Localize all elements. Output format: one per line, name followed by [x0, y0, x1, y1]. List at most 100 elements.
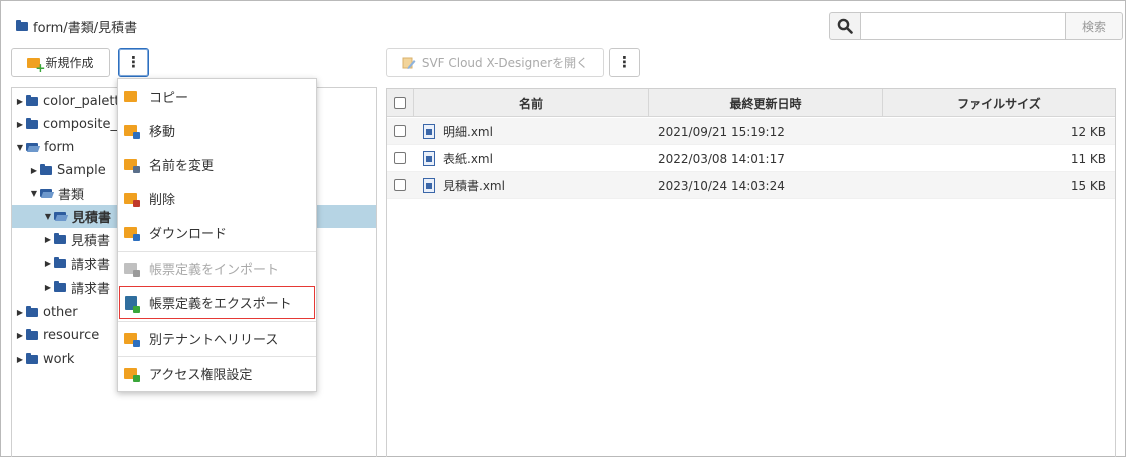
menu-item-label: 削除: [149, 193, 176, 208]
kebab-icon: ⋮: [126, 53, 141, 71]
tree-item-label: resource: [43, 328, 100, 343]
folder-icon: [16, 19, 28, 31]
tree-item-label: composite_: [43, 117, 117, 132]
explorer-window: form/書類/見積書 検索 新規作成 ⋮ SVF Cloud X-Design…: [0, 0, 1126, 457]
menu-item-label: 移動: [149, 125, 176, 140]
column-header-modified[interactable]: 最終更新日時: [648, 89, 882, 117]
collapse-toggle-icon[interactable]: ▼: [43, 212, 53, 221]
collapse-toggle-icon[interactable]: ▼: [15, 143, 25, 152]
expand-toggle-icon[interactable]: ▶: [43, 259, 53, 268]
tree-item-label: work: [43, 352, 75, 367]
menu-item-download[interactable]: ダウンロード: [118, 216, 316, 249]
file-modified: 2022/03/08 14:01:17: [658, 151, 785, 166]
menu-item-copy[interactable]: コピー: [118, 80, 316, 113]
table-row[interactable]: 見積書.xml 2023/10/24 14:03:24 15 KB: [387, 172, 1115, 199]
menu-item-label: アクセス権限設定: [149, 368, 253, 383]
menu-item-label: 帳票定義をインポート: [149, 263, 280, 278]
file-size: 11 KB: [1070, 151, 1106, 166]
import-folder-icon: [124, 263, 140, 277]
menu-item-export[interactable]: 帳票定義をエクスポート: [119, 286, 315, 319]
row-checkbox[interactable]: [394, 179, 406, 191]
open-svf-designer-button[interactable]: SVF Cloud X-Designerを開く: [386, 48, 604, 77]
designer-edit-icon: [402, 57, 416, 69]
select-all-checkbox[interactable]: [394, 97, 406, 109]
column-header-size[interactable]: ファイルサイズ: [882, 89, 1115, 117]
tree-item-label: color_palett: [43, 94, 120, 109]
file-table: 名前 最終更新日時 ファイルサイズ 明細.xml 2021/09/21 15:1…: [386, 88, 1116, 457]
folder-icon: [54, 281, 66, 292]
folder-icon: [26, 329, 38, 340]
rename-folder-icon: [124, 159, 140, 173]
copy-folder-icon: [124, 91, 137, 102]
folder-icon: [40, 164, 52, 175]
tree-item-label: 請求書: [71, 258, 111, 273]
folder-open-icon: [54, 212, 67, 221]
tree-item-label: 見積書: [71, 234, 111, 249]
tree-item-label: 見積書: [72, 211, 112, 226]
access-lock-folder-icon: [124, 368, 140, 382]
new-create-label: 新規作成: [45, 56, 94, 70]
release-folder-icon: [124, 333, 140, 347]
folder-icon: [26, 306, 38, 317]
row-name-cell: 見積書.xml: [423, 172, 505, 199]
tree-item-label: other: [43, 305, 78, 320]
file-more-button[interactable]: ⋮: [609, 48, 640, 77]
folder-open-icon: [40, 189, 53, 198]
search-icon: [837, 18, 853, 34]
file-name[interactable]: 表紙.xml: [443, 150, 493, 167]
xml-file-icon: [423, 151, 435, 166]
menu-item-label: 帳票定義をエクスポート: [149, 297, 292, 312]
folder-open-icon: [26, 143, 39, 152]
collapse-toggle-icon[interactable]: ▼: [29, 189, 39, 198]
folder-icon: [26, 118, 38, 129]
table-row[interactable]: 表紙.xml 2022/03/08 14:01:17 11 KB: [387, 145, 1115, 172]
expand-toggle-icon[interactable]: ▶: [15, 97, 25, 106]
menu-item-delete[interactable]: 削除: [118, 182, 316, 215]
delete-folder-icon: [124, 193, 140, 207]
search-input[interactable]: [860, 12, 1066, 40]
expand-toggle-icon[interactable]: ▶: [15, 308, 25, 317]
menu-item-label: コピー: [149, 91, 189, 106]
new-create-button[interactable]: 新規作成: [11, 48, 110, 77]
new-folder-icon: [27, 57, 45, 74]
menu-item-move[interactable]: 移動: [118, 114, 316, 147]
tree-item-label: form: [44, 140, 75, 155]
row-checkbox[interactable]: [394, 125, 406, 137]
file-modified: 2023/10/24 14:03:24: [658, 178, 785, 193]
folder-context-menu: コピー 移動 名前を変更 削除 ダウンロード 帳票定義をインポート 帳票定義をエ…: [117, 78, 317, 392]
menu-item-import[interactable]: 帳票定義をインポート: [118, 252, 316, 285]
table-row[interactable]: 明細.xml 2021/09/21 15:19:12 12 KB: [387, 118, 1115, 145]
expand-toggle-icon[interactable]: ▶: [43, 235, 53, 244]
row-name-cell: 明細.xml: [423, 118, 493, 145]
file-name[interactable]: 見積書.xml: [443, 177, 505, 194]
expand-toggle-icon[interactable]: ▶: [15, 331, 25, 340]
export-document-icon: [125, 295, 140, 313]
file-name[interactable]: 明細.xml: [443, 123, 493, 140]
file-size: 15 KB: [1070, 178, 1106, 193]
search-icon-button[interactable]: [829, 12, 860, 40]
row-name-cell: 表紙.xml: [423, 145, 493, 172]
expand-toggle-icon[interactable]: ▶: [29, 166, 39, 175]
expand-toggle-icon[interactable]: ▶: [15, 120, 25, 129]
search-button[interactable]: 検索: [1065, 12, 1123, 40]
folder-icon: [54, 233, 66, 244]
move-folder-icon: [124, 125, 140, 139]
expand-toggle-icon[interactable]: ▶: [43, 283, 53, 292]
breadcrumb: form/書類/見積書: [16, 16, 137, 36]
menu-item-release[interactable]: 別テナントへリリース: [118, 322, 316, 355]
tree-more-button[interactable]: ⋮: [118, 48, 149, 77]
file-modified: 2021/09/21 15:19:12: [658, 124, 785, 139]
file-size: 12 KB: [1070, 124, 1106, 139]
menu-item-rename[interactable]: 名前を変更: [118, 148, 316, 181]
breadcrumb-path: form/書類/見積書: [33, 20, 138, 36]
tree-item-label: Sample: [57, 163, 106, 178]
column-header-name[interactable]: 名前: [413, 89, 648, 117]
expand-toggle-icon[interactable]: ▶: [15, 355, 25, 364]
row-checkbox[interactable]: [394, 152, 406, 164]
menu-item-label: 別テナントへリリース: [149, 333, 279, 348]
download-folder-icon: [124, 227, 140, 241]
folder-icon: [54, 257, 66, 268]
folder-icon: [26, 95, 38, 106]
menu-item-access-settings[interactable]: アクセス権限設定: [118, 357, 316, 390]
folder-icon: [26, 353, 38, 364]
